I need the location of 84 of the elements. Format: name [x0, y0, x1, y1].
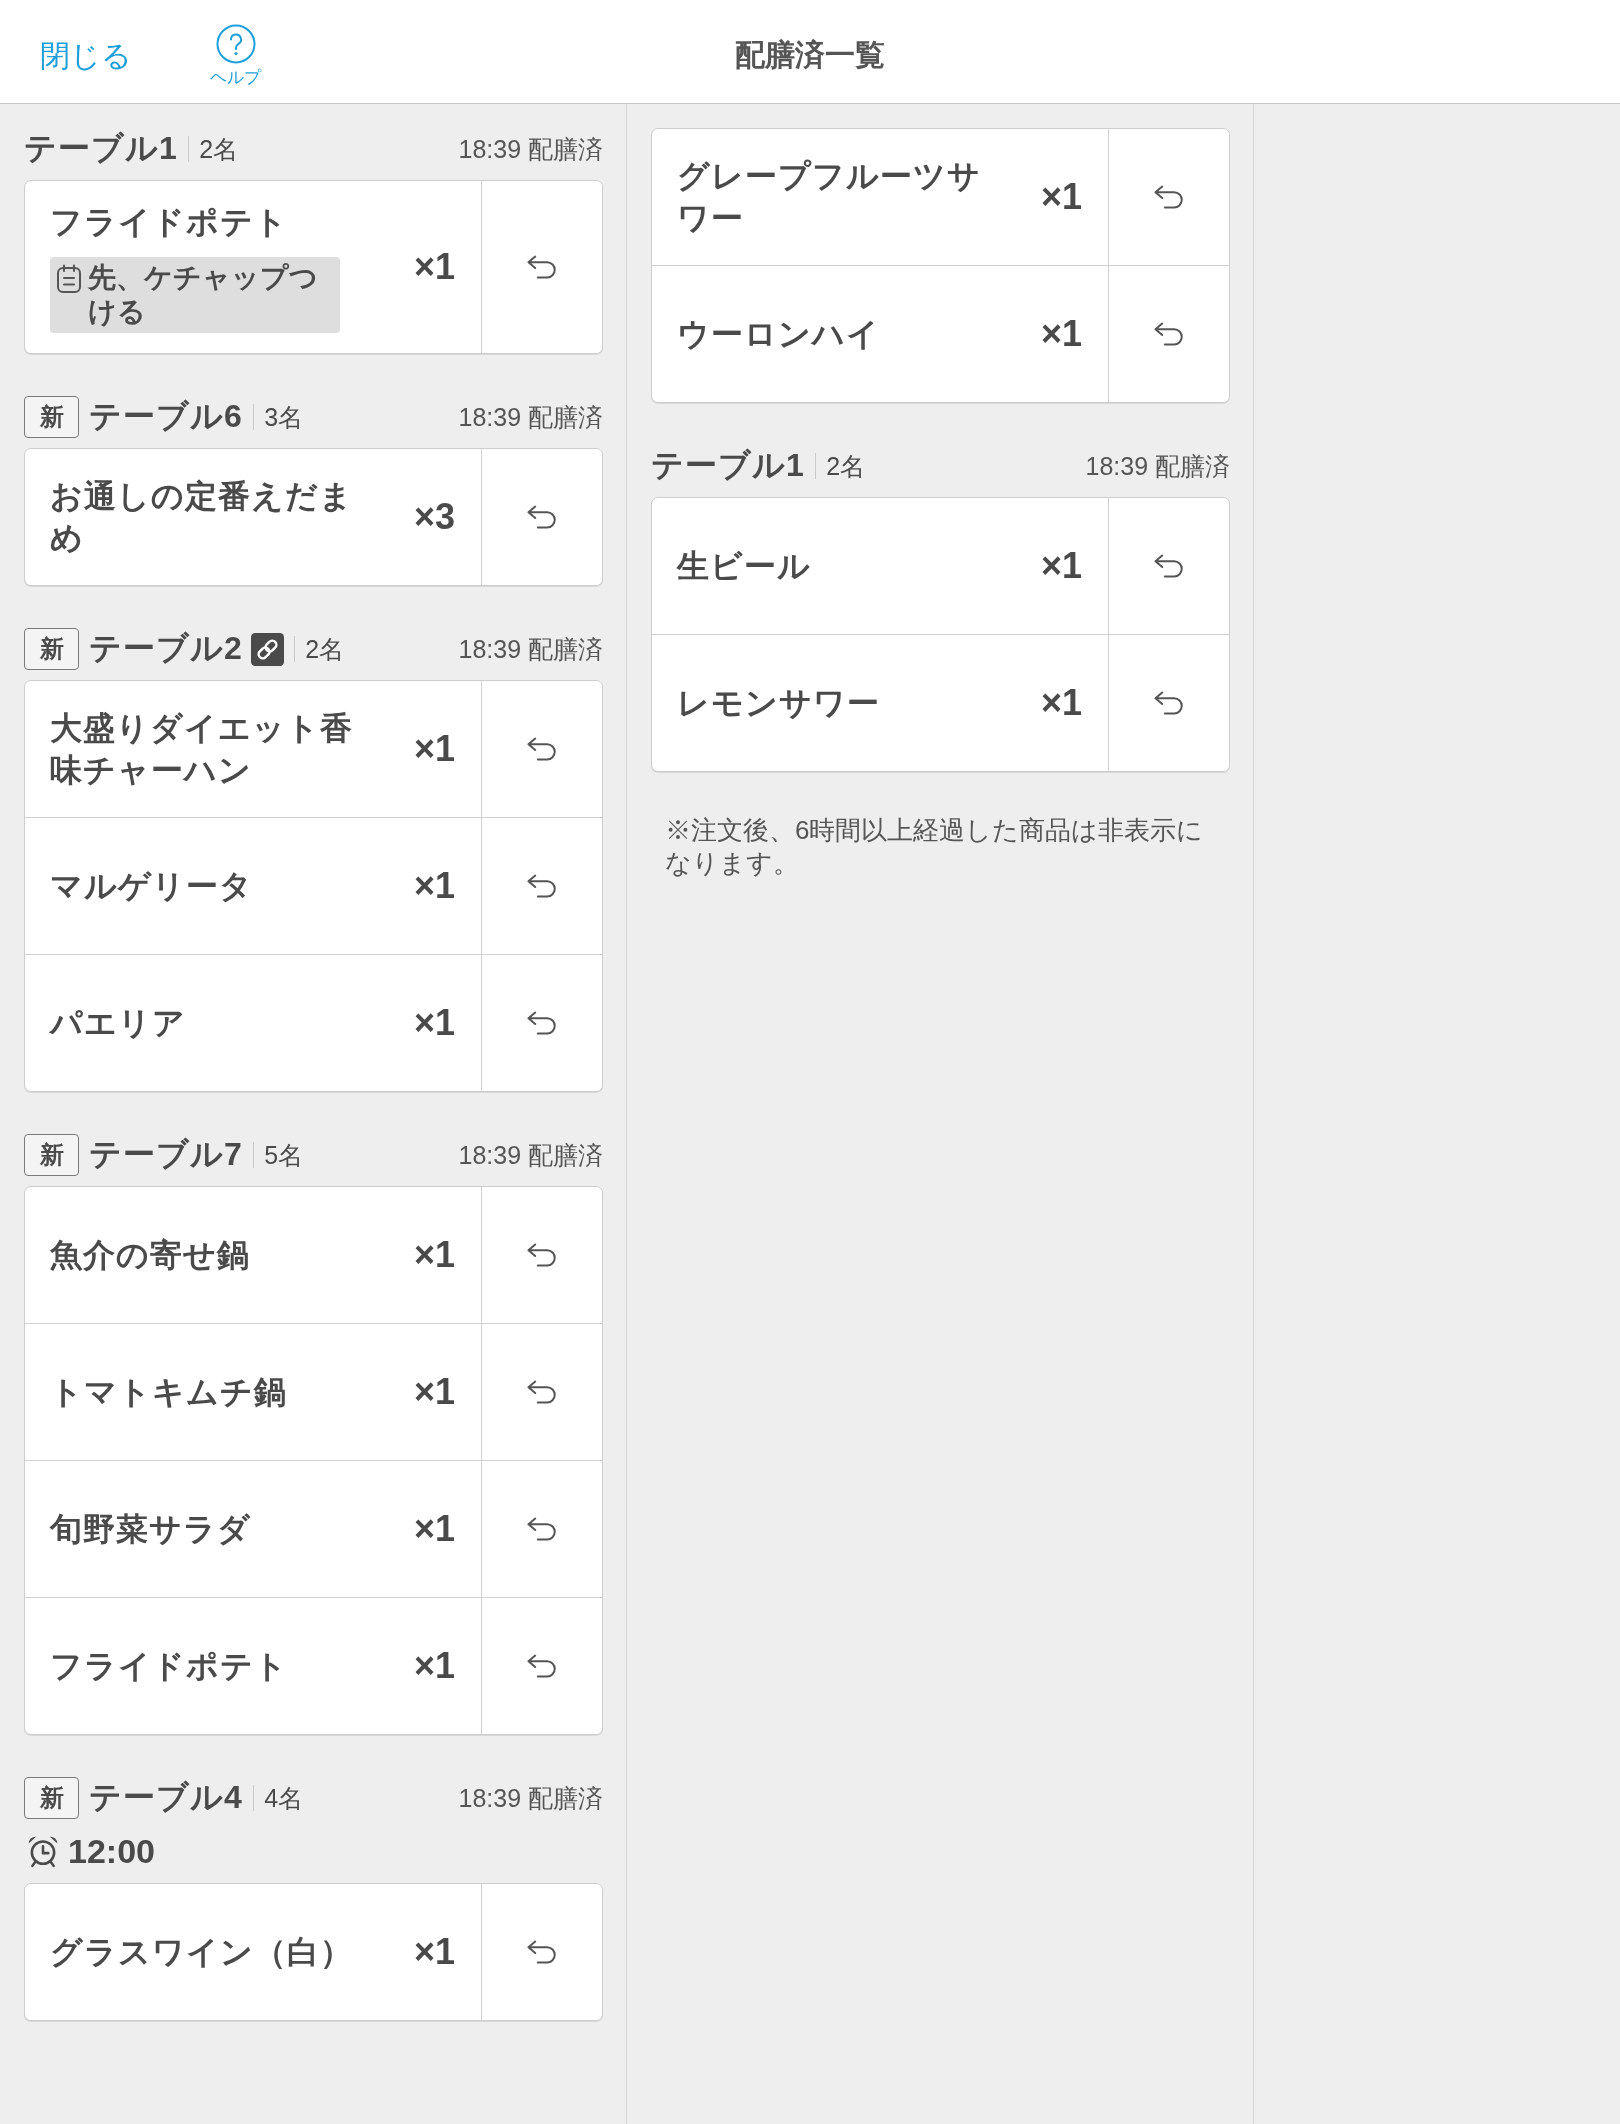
undo-icon [525, 1010, 559, 1036]
served-time: 18:39 配膳済 [458, 133, 603, 165]
item-name: 生ビール [677, 547, 811, 586]
table-name: テーブル6 [89, 397, 243, 436]
undo-button[interactable] [481, 1187, 602, 1323]
served-time: 18:39 配膳済 [458, 1139, 603, 1171]
undo-button[interactable] [481, 955, 602, 1091]
new-badge: 新 [24, 1134, 79, 1176]
table-name: テーブル2 [89, 629, 243, 668]
item-quantity: ×1 [413, 1931, 456, 1973]
undo-icon [525, 1242, 559, 1268]
item-name: グレープフルーツサワー [677, 157, 982, 238]
page-title: 配膳済一覧 [735, 37, 885, 73]
guest-count: 2名 [826, 450, 866, 482]
item-name: 旬野菜サラダ [50, 1510, 251, 1549]
undo-icon [525, 1516, 559, 1542]
undo-icon [525, 254, 559, 280]
item-quantity: ×1 [413, 728, 456, 770]
guest-count: 2名 [305, 633, 345, 665]
undo-icon [1152, 553, 1186, 579]
item-name: グラスワイン（白） [50, 1933, 353, 1972]
served-time: 18:39 配膳済 [458, 633, 603, 665]
served-time: 18:39 配膳済 [1085, 450, 1230, 482]
undo-button[interactable] [1108, 129, 1229, 265]
item-quantity: ×1 [413, 865, 456, 907]
help-button[interactable]: ヘルプ [210, 23, 261, 88]
undo-button[interactable] [1108, 498, 1229, 634]
help-icon [215, 23, 256, 64]
item-quantity: ×1 [413, 1508, 456, 1550]
item-name: ウーロンハイ [677, 315, 880, 354]
guest-count: 4名 [264, 1782, 304, 1814]
undo-icon [525, 1939, 559, 1965]
guest-count: 5名 [264, 1139, 304, 1171]
undo-icon [525, 736, 559, 762]
footnote: ※注文後、6時間以上経過した商品は非表示になります。 [664, 814, 1205, 880]
item-name: マルゲリータ [50, 867, 253, 906]
table-name: テーブル7 [89, 1135, 243, 1174]
item-name: お通しの定番えだまめ [50, 477, 354, 558]
guest-count: 3名 [264, 401, 304, 433]
undo-icon [1152, 690, 1186, 716]
served-time: 18:39 配膳済 [458, 1782, 603, 1814]
table-name: テーブル4 [89, 1778, 243, 1817]
item-name: 大盛りダイエット香味チャーハン [50, 709, 354, 790]
undo-button[interactable] [1108, 266, 1229, 402]
item-quantity: ×1 [413, 246, 456, 288]
item-quantity: ×1 [413, 1234, 456, 1276]
served-time: 18:39 配膳済 [458, 401, 603, 433]
item-quantity: ×1 [1040, 545, 1083, 587]
undo-icon [525, 873, 559, 899]
item-name: フライドポテト [50, 203, 288, 242]
note-text: 先、ケチャップつける [88, 261, 319, 329]
item-name: パエリア [50, 1004, 186, 1043]
item-name: 魚介の寄せ鍋 [50, 1236, 250, 1275]
item-name: フライドポテト [50, 1647, 288, 1686]
table-name: テーブル1 [24, 129, 178, 168]
undo-button[interactable] [481, 1598, 602, 1734]
undo-icon [1152, 321, 1186, 347]
item-name: トマトキムチ鍋 [50, 1373, 287, 1412]
item-quantity: ×1 [1040, 176, 1083, 218]
undo-icon [525, 1379, 559, 1405]
undo-button[interactable] [481, 1884, 602, 2020]
item-quantity: ×1 [413, 1645, 456, 1687]
memo-icon [56, 264, 82, 294]
new-badge: 新 [24, 628, 79, 670]
reservation-time: 12:00 [68, 1831, 155, 1871]
item-quantity: ×1 [413, 1371, 456, 1413]
item-name: レモンサワー [677, 684, 880, 723]
item-quantity: ×1 [1040, 682, 1083, 724]
undo-icon [1152, 184, 1186, 210]
item-quantity: ×1 [413, 1002, 456, 1044]
table-name: テーブル1 [651, 446, 805, 485]
new-badge: 新 [24, 1777, 79, 1819]
undo-button[interactable] [481, 681, 602, 817]
guest-count: 2名 [199, 133, 239, 165]
alarm-clock-icon [26, 1834, 60, 1868]
new-badge: 新 [24, 396, 79, 438]
item-quantity: ×1 [1040, 313, 1083, 355]
undo-icon [525, 504, 559, 530]
close-button[interactable]: 閉じる [40, 35, 132, 76]
undo-button[interactable] [481, 181, 602, 353]
undo-button[interactable] [1108, 635, 1229, 771]
item-quantity: ×3 [413, 496, 456, 538]
undo-icon [525, 1653, 559, 1679]
undo-button[interactable] [481, 449, 602, 585]
